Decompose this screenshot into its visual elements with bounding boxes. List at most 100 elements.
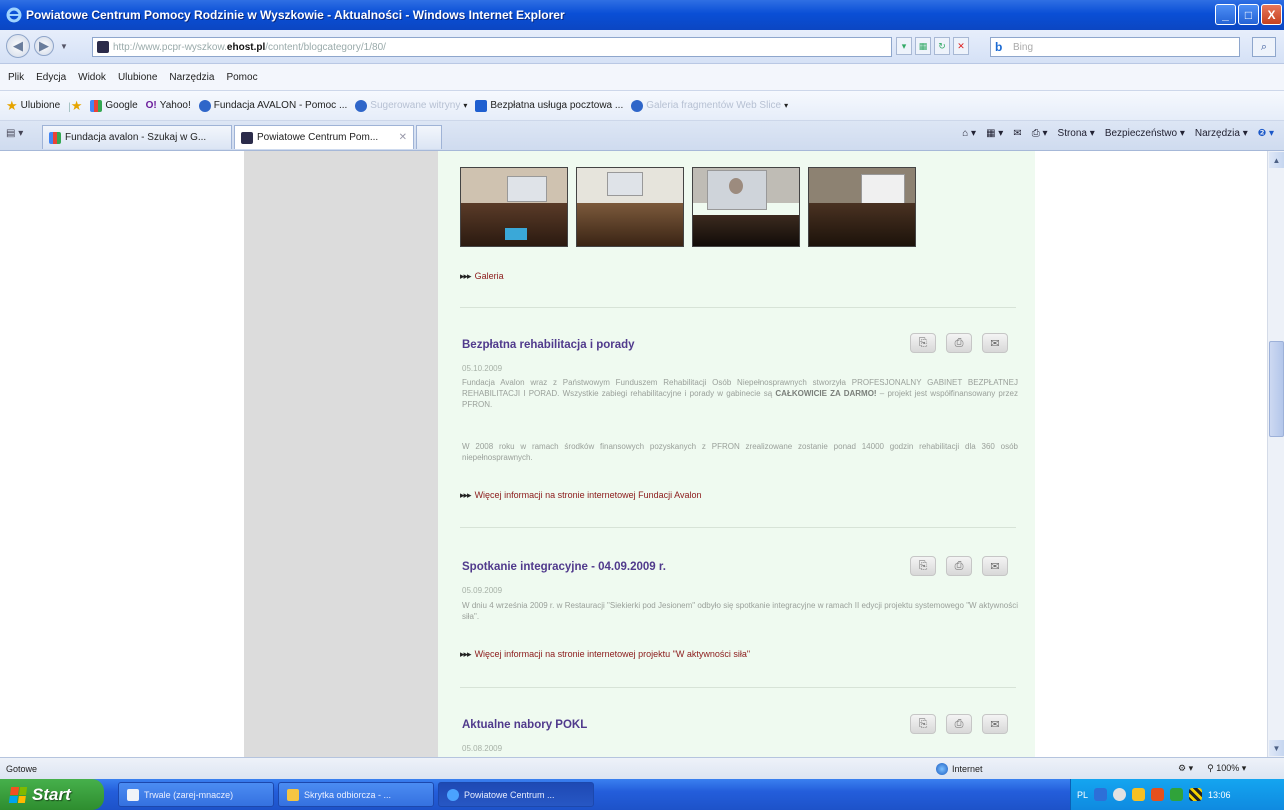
taskbar-item[interactable]: Skrytka odbiorcza - ... <box>278 782 434 807</box>
taskbar: Start Trwale (zarej-mnacze) Skrytka odbi… <box>0 779 1284 810</box>
menu-file[interactable]: Plik <box>8 72 24 83</box>
status-text: Gotowe <box>6 763 38 774</box>
language-indicator[interactable]: PL <box>1077 790 1088 800</box>
article-text: W 2008 roku w ramach środków finansowych… <box>462 442 1018 462</box>
more-info-label: Więcej informacji na stronie internetowe… <box>474 490 702 500</box>
pdf-icon[interactable]: ⎘ <box>910 333 936 353</box>
tray-app-icon[interactable] <box>1189 788 1203 801</box>
feeds-icon[interactable]: ▦ ▾ <box>986 128 1003 139</box>
ie-page-icon <box>198 99 211 112</box>
favorites-button[interactable]: ★ Ulubione <box>6 98 60 114</box>
quick-tabs-icon[interactable]: ▤ ▾ <box>6 128 23 139</box>
start-button[interactable]: Start <box>0 779 104 810</box>
menu-help[interactable]: Pomoc <box>226 72 257 83</box>
menu-favorites[interactable]: Ulubione <box>118 72 157 83</box>
email-icon[interactable]: ✉ <box>982 714 1008 734</box>
new-tab-button[interactable] <box>416 125 442 149</box>
zoom-level[interactable]: ⚲ 100% ▾ <box>1207 763 1246 774</box>
print-icon[interactable]: ⎙ <box>946 556 972 576</box>
history-dropdown-icon[interactable]: ▼ <box>60 42 68 51</box>
search-input[interactable]: b Bing <box>990 37 1240 57</box>
minimize-button[interactable]: _ <box>1215 4 1236 25</box>
taskbar-item[interactable]: Trwale (zarej-mnacze) <box>118 782 274 807</box>
scroll-thumb[interactable] <box>1269 341 1284 437</box>
gallery-link-label: Galeria <box>474 271 504 281</box>
mail-read-icon[interactable]: ✉ <box>1013 128 1021 139</box>
safety-menu-label: Bezpieczeństwo <box>1104 128 1178 139</box>
divider <box>460 307 1016 308</box>
scroll-down-icon[interactable]: ▼ <box>1269 740 1284 756</box>
fav-yahoo[interactable]: Ο! Yahoo! <box>146 100 191 111</box>
safety-menu[interactable]: Bezpieczeństwo ▾ <box>1105 128 1185 139</box>
tab-powiatowe-centrum[interactable]: Powiatowe Centrum Pom... ✕ <box>234 125 414 149</box>
address-dropdown-button[interactable]: ▾ <box>896 37 912 55</box>
security-zone[interactable]: Internet <box>936 762 983 775</box>
article-title[interactable]: Spotkanie integracyjne - 04.09.2009 r. <box>462 561 666 573</box>
close-button[interactable]: X <box>1261 4 1282 25</box>
more-info-link[interactable]: ▸▸▸ Więcej informacji na stronie internet… <box>460 490 702 501</box>
tab-fundacja-avalon[interactable]: Fundacja avalon - Szukaj w G... <box>42 125 232 149</box>
tray-app-icon[interactable] <box>1132 788 1146 801</box>
page-menu[interactable]: Strona ▾ <box>1058 128 1095 139</box>
network-icon[interactable] <box>1094 788 1108 801</box>
vertical-scrollbar[interactable]: ▲ ▼ <box>1267 151 1284 757</box>
fav-suggested-sites[interactable]: Sugerowane witryny ▾ <box>355 99 467 112</box>
gallery-photo[interactable] <box>692 167 800 247</box>
tray-app-icon[interactable] <box>1151 788 1165 801</box>
fav-mail[interactable]: Bezpłatna usługa pocztowa ... <box>475 99 623 112</box>
google-icon <box>49 131 61 144</box>
start-label: Start <box>32 784 71 804</box>
pdf-icon[interactable]: ⎘ <box>910 556 936 576</box>
address-toolbar: ◀ ▶ ▼ http://www.pcpr-wyszkow. ehost.pl/c… <box>0 30 1284 64</box>
gallery-photo[interactable] <box>576 167 684 247</box>
add-favorite-icon[interactable]: |★ <box>68 98 82 114</box>
print-icon[interactable]: ⎙ <box>946 714 972 734</box>
more-info-link[interactable]: ▸▸▸ Więcej informacji na stronie internet… <box>460 649 750 660</box>
menu-view[interactable]: Widok <box>78 72 106 83</box>
page-viewport: ▸▸▸ Galeria Bezpłatna rehabilitacja i por… <box>0 151 1267 757</box>
fav-yahoo-label: Yahoo! <box>159 100 191 111</box>
scroll-up-icon[interactable]: ▲ <box>1269 152 1284 168</box>
gallery-link[interactable]: ▸▸▸ Galeria <box>460 271 504 282</box>
favorites-bar: ★ Ulubione |★ Google Ο! Yahoo! Fundacja … <box>0 91 1284 121</box>
clock[interactable]: 13:06 <box>1208 790 1231 800</box>
close-tab-icon[interactable]: ✕ <box>399 132 407 143</box>
menu-edit[interactable]: Edycja <box>36 72 66 83</box>
fav-webslice-gallery[interactable]: Galeria fragmentów Web Slice ▾ <box>631 99 788 112</box>
refresh-icon[interactable]: ↻ <box>934 37 950 55</box>
article-title[interactable]: Aktualne nabory POKL <box>462 719 587 731</box>
zoom-label: 100% <box>1216 763 1240 773</box>
article-title[interactable]: Bezpłatna rehabilitacja i porady <box>462 339 635 351</box>
forward-button[interactable]: ▶ <box>34 36 54 56</box>
email-icon[interactable]: ✉ <box>982 556 1008 576</box>
maximize-button[interactable]: □ <box>1238 4 1259 25</box>
help-icon[interactable]: ❷ ▾ <box>1258 128 1274 139</box>
back-button[interactable]: ◀ <box>6 34 30 58</box>
pdf-icon[interactable]: ⎘ <box>910 714 936 734</box>
tools-menu-label: Narzędzia <box>1194 128 1240 139</box>
site-favicon-icon <box>241 131 253 144</box>
stop-icon[interactable]: ✕ <box>953 37 969 55</box>
taskbar-item-active[interactable]: Powiatowe Centrum ... <box>438 782 594 807</box>
gallery-photo[interactable] <box>460 167 568 247</box>
home-icon[interactable]: ⌂ ▾ <box>962 128 976 139</box>
search-icon[interactable]: ⌕ <box>1252 37 1276 57</box>
compatibility-view-icon[interactable]: ▦ <box>915 37 931 55</box>
fav-google[interactable]: Google <box>90 99 138 112</box>
fav-avalon[interactable]: Fundacja AVALON - Pomoc ... <box>198 99 347 112</box>
forward-arrow-icon: ▶ <box>39 38 49 53</box>
article-date: 05.08.2009 <box>462 744 503 753</box>
tray-app-icon[interactable] <box>1113 788 1127 801</box>
favorites-label: Ulubione <box>20 100 61 111</box>
address-input[interactable]: http://www.pcpr-wyszkow. ehost.pl/content… <box>92 37 892 57</box>
main-content: ▸▸▸ Galeria Bezpłatna rehabilitacja i por… <box>438 151 1035 757</box>
tray-app-icon[interactable] <box>1170 788 1184 801</box>
zone-label: Internet <box>952 763 983 774</box>
tools-menu[interactable]: Narzędzia ▾ <box>1195 128 1248 139</box>
menu-tools[interactable]: Narzędzia <box>169 72 214 83</box>
gallery-photo[interactable] <box>808 167 916 247</box>
print-icon[interactable]: ⎙ ▾ <box>1032 128 1048 139</box>
protected-mode-icon[interactable]: ⚙ ▾ <box>1178 763 1193 774</box>
email-icon[interactable]: ✉ <box>982 333 1008 353</box>
print-icon[interactable]: ⎙ <box>946 333 972 353</box>
